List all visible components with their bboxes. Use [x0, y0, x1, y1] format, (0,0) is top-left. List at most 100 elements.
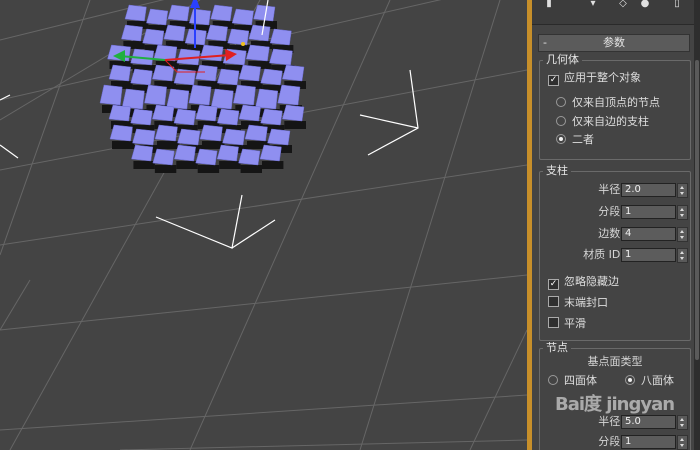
end-caps-checkbox[interactable]: 末端封口 [548, 296, 608, 310]
radio-edge-struts[interactable]: 仅来自边的支柱 [556, 115, 649, 129]
mesh-tile [269, 48, 293, 66]
spinner-arrows[interactable] [677, 227, 688, 242]
spinner-arrows[interactable] [677, 248, 688, 263]
mesh-tile [121, 88, 145, 110]
strut-segments-spinner[interactable]: 分段: 1 [540, 205, 690, 220]
joint-radius-input[interactable]: 5.0 [621, 415, 676, 429]
mesh-tile-shadow [197, 165, 220, 173]
mesh-tile [167, 4, 190, 22]
radio-tetrahedron[interactable]: 四面体 [548, 374, 597, 388]
mesh-tile [282, 104, 305, 122]
radio-vertex-joints-label: 仅来自顶点的节点 [572, 96, 660, 109]
baidu-watermark: Bai度 jingyan [555, 394, 675, 415]
ignore-hidden-edges-checkbox[interactable]: ✓ 忽略隐藏边 [548, 275, 619, 290]
mesh-tile-shadow [240, 165, 262, 173]
mesh-tile [238, 64, 261, 82]
helper-bracket [359, 114, 419, 129]
parameters-rollout-header[interactable]: - 参数 [538, 34, 690, 52]
spinner-arrows[interactable] [677, 435, 688, 450]
helper-bracket [367, 69, 419, 156]
grid-line [359, 0, 501, 450]
geometry-group-title: 几何体 [543, 53, 582, 67]
mesh-tile [259, 144, 282, 162]
strut-material-id-spinner[interactable]: 材质 ID: 1 [540, 248, 690, 263]
joint-segments-input[interactable]: 1 [621, 435, 676, 449]
gizmo-center [241, 42, 245, 46]
strut-material-id-input[interactable]: 1 [621, 248, 676, 262]
viewport-canvas[interactable] [0, 0, 527, 450]
rollout-title: 参数 [603, 36, 625, 49]
mesh-tile [216, 144, 239, 162]
mesh-tile [152, 104, 175, 122]
mesh-tile [199, 44, 224, 62]
mesh-tile [277, 84, 301, 106]
mesh-tile [109, 124, 133, 142]
mesh-tile [238, 148, 261, 166]
mesh-tile [260, 108, 283, 126]
radio-dot[interactable] [556, 116, 566, 126]
spinner-arrows[interactable] [677, 415, 688, 430]
strut-sides-input[interactable]: 4 [621, 227, 676, 241]
ignore-hidden-edges-label: 忽略隐藏边 [564, 275, 619, 288]
strut-radius-input[interactable]: 2.0 [621, 183, 676, 197]
motion-icon[interactable]: ● [636, 0, 654, 9]
mesh-tile [260, 68, 283, 86]
radio-both[interactable]: 二者 [556, 133, 594, 147]
grid-line [0, 0, 91, 256]
struts-group: 支柱 半径: 2.0 分段: 1 边数: 4 材质 ID: 1 ✓ 忽略隐藏边 末… [539, 164, 691, 341]
helper-bracket [155, 194, 243, 249]
perspective-viewport[interactable] [0, 0, 527, 450]
panel-scrollbar[interactable] [694, 0, 700, 450]
pin-icon[interactable]: ▮ [540, 0, 558, 9]
grid-line [0, 274, 527, 331]
radio-octahedron[interactable]: 八面体 [625, 374, 674, 388]
radio-tetrahedron-label: 四面体 [564, 374, 597, 387]
spinner-arrows[interactable] [677, 183, 688, 198]
grid-line [0, 279, 31, 331]
smooth-checkbox[interactable]: 平滑 [548, 317, 586, 331]
grid-line [469, 329, 527, 450]
apply-to-whole-checkbox[interactable]: ✓ 应用于整个对象 [548, 71, 641, 86]
radio-dot[interactable] [625, 375, 635, 385]
mesh-tile [269, 28, 292, 46]
strut-radius-spinner[interactable]: 半径: 2.0 [540, 183, 690, 198]
strut-segments-input[interactable]: 1 [621, 205, 676, 219]
radio-dot[interactable] [548, 375, 558, 385]
scrollbar-thumb[interactable] [695, 60, 699, 360]
smooth-label: 平滑 [564, 317, 586, 330]
display-icon[interactable]: ▯ [668, 0, 686, 9]
checkbox-box[interactable] [548, 296, 559, 307]
mesh-tile-shadow [133, 161, 155, 169]
struts-group-title: 支柱 [543, 164, 571, 178]
mesh-tile [99, 84, 123, 106]
mesh-tile [217, 68, 240, 86]
radio-both-label: 二者 [572, 133, 594, 146]
joint-segments-spinner[interactable]: 分段: 1 [540, 435, 690, 450]
hierarchy-icon[interactable]: ◇ [614, 0, 632, 9]
radio-dot[interactable] [556, 97, 566, 107]
checkbox-box[interactable] [548, 317, 559, 328]
joint-radius-spinner[interactable]: 半径: 5.0 [540, 415, 690, 430]
radio-dot[interactable] [556, 134, 566, 144]
mesh-tile [121, 24, 143, 42]
mesh-tile [144, 84, 167, 106]
mesh-tile [108, 64, 131, 82]
strut-sides-spinner[interactable]: 边数: 4 [540, 227, 690, 242]
modifier-icon[interactable]: ▾ [584, 0, 602, 9]
mesh-tile [173, 108, 196, 126]
mesh-tile-shadow [219, 161, 241, 169]
mesh-tile [152, 64, 175, 82]
mesh-tile [163, 24, 186, 42]
checkbox-box[interactable]: ✓ [548, 279, 559, 290]
mesh-tile [248, 24, 271, 42]
mesh-tile-shadow [284, 121, 306, 129]
mesh-tile [132, 128, 156, 146]
checkbox-box[interactable]: ✓ [548, 75, 559, 86]
mesh-tile-shadow [262, 161, 284, 169]
mesh-tile [199, 124, 223, 142]
mesh-tile [244, 124, 268, 142]
mesh-tile [124, 4, 147, 22]
spinner-arrows[interactable] [677, 205, 688, 220]
mesh-tile [217, 108, 240, 126]
radio-vertex-joints[interactable]: 仅来自顶点的节点 [556, 96, 660, 110]
